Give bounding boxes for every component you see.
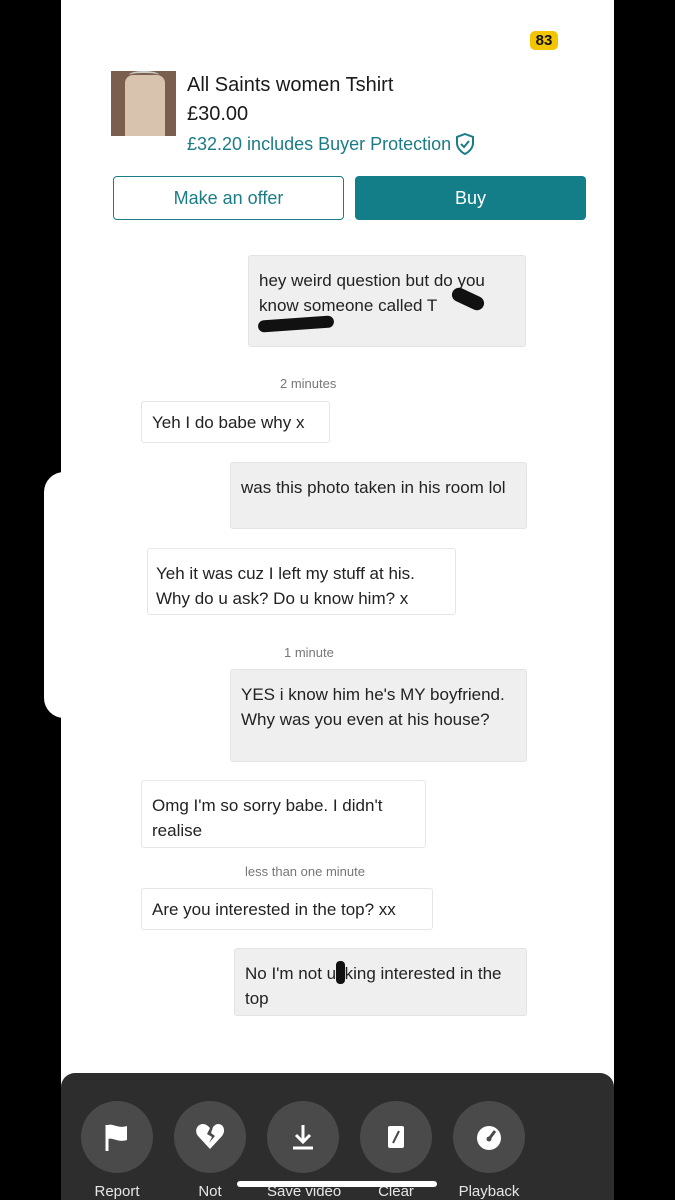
playback-label: Playback [458,1183,520,1200]
message-out: YES i know him he's MY boyfriend. Why wa… [230,669,527,762]
speedometer-icon [477,1126,501,1150]
home-indicator[interactable] [237,1181,437,1187]
buyer-protection-text: £32.20 includes Buyer Protection [187,133,452,154]
counter-badge: 83 [530,31,558,50]
timestamp: less than one minute [245,864,365,879]
message-text: Are you interested in the top? xx [152,900,396,919]
chat-screen: 83 All Saints women Tshirt £30.00 £32.20… [61,0,614,1200]
shield-check-icon [456,133,475,155]
flag-icon [105,1124,127,1151]
message-text: YES i know him he's MY boyfriend. Why wa… [241,685,505,729]
message-text: Omg I'm so sorry babe. I didn't realise [152,796,383,840]
report-button[interactable]: Report [81,1101,153,1200]
report-label: Report [94,1183,140,1200]
not-button[interactable]: Not [174,1101,246,1200]
eraser-icon [388,1126,404,1148]
redaction-scribble [336,961,345,984]
message-text: was this photo taken in his room lol [241,478,506,497]
download-icon [293,1125,313,1150]
item-title[interactable]: All Saints women Tshirt [187,74,393,97]
message-in: Omg I'm so sorry babe. I didn't realise [141,780,426,848]
message-in: Are you interested in the top? xx [141,888,433,930]
make-offer-button[interactable]: Make an offer [113,176,344,220]
tshirt-image [125,75,165,136]
buyer-protection[interactable]: £32.20 includes Buyer Protection [187,133,475,155]
timestamp: 2 minutes [280,376,337,391]
timestamp: 1 minute [284,645,334,660]
playback-button[interactable]: Playback [453,1101,525,1200]
buy-button[interactable]: Buy [355,176,586,220]
message-text: No I'm not ucking interested in the top [245,964,502,1008]
item-thumbnail[interactable] [111,71,176,136]
message-in: Yeh I do babe why x [141,401,330,443]
item-price: £30.00 [187,103,249,125]
message-out: No I'm not ucking interested in the top [234,948,527,1016]
not-label: Not [198,1183,222,1200]
message-out: was this photo taken in his room lol [230,462,527,529]
message-text: Yeh it was cuz I left my stuff at his. W… [156,564,415,608]
message-text: Yeh I do babe why x [152,413,305,432]
broken-heart-icon [196,1124,225,1149]
message-in: Yeh it was cuz I left my stuff at his. W… [147,548,456,615]
